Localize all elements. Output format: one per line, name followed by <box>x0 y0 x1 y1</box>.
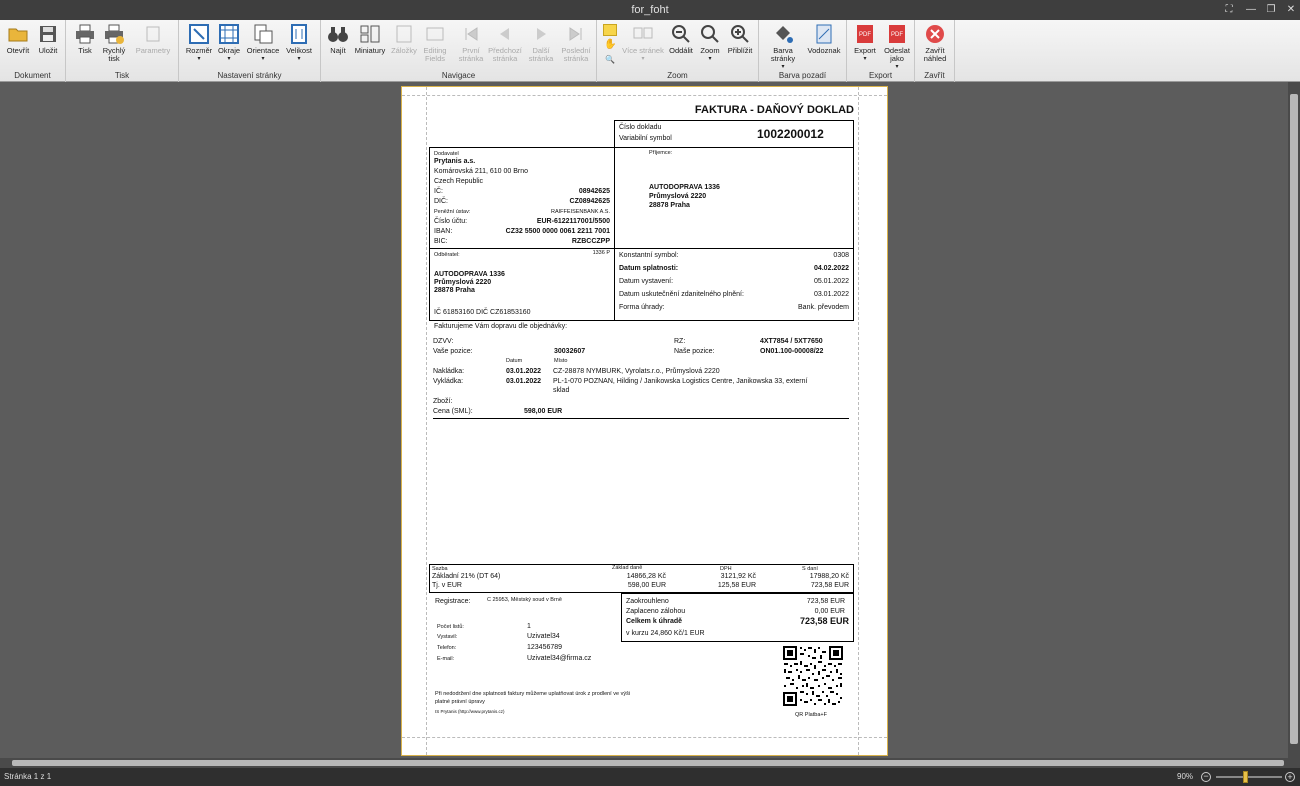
watermark-icon <box>813 23 835 45</box>
multiple-pages-icon <box>632 23 654 45</box>
multiple-pages-button[interactable]: Více stránek ▾ <box>621 23 665 63</box>
close-window-button[interactable]: ✕ <box>1280 0 1300 20</box>
editing-fields-icon <box>424 23 446 45</box>
group-tisk: Tisk Rychlý tisk Parametry Tisk <box>66 20 179 82</box>
paint-bucket-icon <box>772 23 794 45</box>
close-preview-button[interactable]: Zavřít náhled <box>919 23 951 63</box>
pointer-icon[interactable] <box>603 24 617 36</box>
total-due: 723,58 EUR <box>799 616 849 626</box>
group-zoom: ✋ 🔍 Více stránek ▾ Oddálit Zoom ▾ Přiblíži… <box>597 20 759 82</box>
next-page-icon <box>530 23 552 45</box>
hand-icon[interactable]: ✋ <box>604 39 616 50</box>
horizontal-scrollbar[interactable] <box>0 758 1300 768</box>
supplier-box: Dodavatel Prytanis a.s. Komárovská 211, … <box>429 147 615 249</box>
close-circle-icon <box>924 23 946 45</box>
terms-box: Konstantní symbol: 0308 Datum splatnosti… <box>614 248 854 321</box>
folder-icon <box>7 23 29 45</box>
save-button[interactable]: Uložit <box>34 23 62 55</box>
group-export: PDF Export ▾ PDF Odeslat jako ▾ Export <box>847 20 915 82</box>
fullscreen-icon[interactable]: ⛶ <box>1218 0 1240 20</box>
window-title: for_foht <box>631 4 669 16</box>
zoom-button[interactable]: Zoom ▾ <box>697 23 723 63</box>
first-page-button[interactable]: První stránka <box>455 23 487 63</box>
thumbnails-icon <box>359 23 381 45</box>
open-button[interactable]: Otevřít <box>4 23 32 55</box>
zoom-tool-icon[interactable]: 🔍 <box>605 55 615 64</box>
page-size-icon <box>288 23 310 45</box>
send-as-button[interactable]: PDF Odeslat jako ▾ <box>881 23 913 71</box>
thumbnails-button[interactable]: Miniatury <box>353 23 387 55</box>
recipient-box: Příjemce: AUTODOPRAVA 1336 Průmyslová 22… <box>614 147 854 249</box>
pdf-icon: PDF <box>854 23 876 45</box>
doc-number: 1002200012 <box>757 127 824 141</box>
floppy-icon <box>37 23 59 45</box>
quick-printer-icon <box>103 23 125 45</box>
minimize-button[interactable]: — <box>1240 0 1262 20</box>
quick-print-button[interactable]: Rychlý tisk <box>100 23 128 63</box>
previous-page-button[interactable]: Předchozí stránka <box>487 23 523 63</box>
resize-icon <box>188 23 210 45</box>
zoom-slider[interactable] <box>1216 776 1282 778</box>
svg-text:PDF: PDF <box>891 32 903 38</box>
group-navigace: Najít Miniatury Záložky Editing Fields P… <box>321 20 597 82</box>
last-page-button[interactable]: Poslední stránka <box>559 23 593 63</box>
group-nastaveni-stranky: Rozměr ▾ Okraje ▾ Orientace ▾ Velikost ▾ Nas… <box>179 20 321 82</box>
zoom-percent: 90% <box>1177 772 1194 781</box>
vat-summary-box: Sazba Základ daně DPH S daní Základní 21… <box>429 564 854 593</box>
zoom-in-small-button[interactable]: + <box>1285 772 1295 782</box>
zoom-out-button[interactable]: Oddálit <box>667 23 695 55</box>
editing-fields-button[interactable]: Editing Fields <box>419 23 451 63</box>
page-size-button[interactable]: Velikost ▾ <box>283 23 315 63</box>
print-button[interactable]: Tisk <box>72 23 98 55</box>
size-button[interactable]: Rozměr ▾ <box>183 23 215 63</box>
qr-code <box>782 645 844 707</box>
orientation-button[interactable]: Orientace ▾ <box>245 23 281 63</box>
page-color-button[interactable]: Barva stránky ▾ <box>763 23 803 71</box>
customer-box: Odběratel: 1336 P AUTODOPRAVA 1336 Průmy… <box>429 248 615 321</box>
send-pdf-icon: PDF <box>886 23 908 45</box>
zoom-slider-thumb[interactable] <box>1243 771 1249 783</box>
export-button[interactable]: PDF Export ▾ <box>851 23 879 63</box>
next-page-button[interactable]: Další stránka <box>525 23 557 63</box>
vertical-scrollbar[interactable] <box>1288 82 1300 758</box>
previous-page-icon <box>494 23 516 45</box>
binoculars-icon <box>327 23 349 45</box>
margins-button[interactable]: Okraje ▾ <box>215 23 243 63</box>
zoom-icon <box>699 23 721 45</box>
printer-icon <box>74 23 96 45</box>
last-page-icon <box>565 23 587 45</box>
totals-box: Zaokrouhleno 723,58 EUR Zaplaceno záloho… <box>621 593 854 642</box>
invoice-page: FAKTURA - DAŇOVÝ DOKLAD Číslo dokladu Va… <box>401 86 888 756</box>
ribbon-toolbar: Otevřít Uložit Dokument Tisk Rychlý tisk… <box>0 20 1300 82</box>
zoom-in-icon <box>729 23 751 45</box>
page-indicator: Stránka 1 z 1 <box>4 772 52 781</box>
zoom-in-button[interactable]: Přiblížit <box>725 23 755 55</box>
zoom-out-small-button[interactable]: − <box>1201 772 1211 782</box>
first-page-icon <box>460 23 482 45</box>
find-button[interactable]: Najít <box>325 23 351 55</box>
group-barva-pozadi: Barva stránky ▾ Vodoznak Barva pozadí <box>759 20 847 82</box>
bookmark-icon <box>393 23 415 45</box>
restore-button[interactable]: ❐ <box>1260 0 1282 20</box>
doc-number-box: Číslo dokladu Variabilní symbol 10022000… <box>614 120 854 148</box>
status-bar: Stránka 1 z 1 90% − + <box>0 768 1300 786</box>
svg-text:PDF: PDF <box>859 32 871 38</box>
margins-icon <box>218 23 240 45</box>
zoom-out-icon <box>670 23 692 45</box>
parameters-button[interactable]: Parametry <box>130 23 176 55</box>
watermark-button[interactable]: Vodoznak <box>805 23 843 55</box>
items-divider <box>433 418 849 419</box>
orientation-icon <box>252 23 274 45</box>
group-zavrit: Zavřít náhled Zavřít <box>915 20 955 82</box>
title-bar: for_foht ⛶ — ❐ ✕ <box>0 0 1300 20</box>
parameters-icon <box>142 23 164 45</box>
invoice-title: FAKTURA - DAŇOVÝ DOKLAD <box>694 104 854 116</box>
bookmarks-button[interactable]: Záložky <box>389 23 419 55</box>
group-dokument: Otevřít Uložit Dokument <box>0 20 66 82</box>
